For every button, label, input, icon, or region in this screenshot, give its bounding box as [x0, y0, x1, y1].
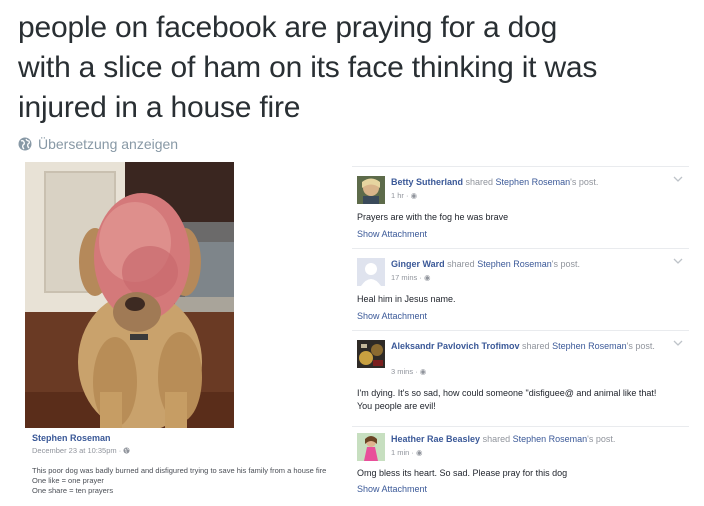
- avatar[interactable]: [357, 258, 385, 286]
- share-item-aleksandr: Aleksandr Pavlovich Trofimov shared Step…: [352, 330, 689, 426]
- share-headline: Ginger Ward shared Stephen Roseman's pos…: [391, 258, 661, 270]
- shared-target[interactable]: Stephen Roseman: [552, 341, 627, 351]
- shared-target[interactable]: Stephen Roseman: [477, 259, 552, 269]
- post-body-line-1: This poor dog was badly burned and disfi…: [32, 466, 327, 475]
- shared-suffix: 's post.: [626, 341, 655, 351]
- tweet-line-3: injured in a house fire: [18, 91, 301, 124]
- share-item-betty: Betty Sutherland shared Stephen Roseman'…: [352, 166, 689, 248]
- share-headline: Betty Sutherland shared Stephen Roseman'…: [391, 176, 661, 188]
- sharer-name[interactable]: Betty Sutherland: [391, 177, 463, 187]
- sharer-name[interactable]: Heather Rae Beasley: [391, 434, 480, 444]
- public-globe-icon: ◉: [419, 367, 427, 376]
- sharer-name[interactable]: Aleksandr Pavlovich Trofimov: [391, 341, 520, 351]
- share-time-text: 1 hr ·: [391, 191, 411, 200]
- shared-word: shared: [463, 177, 496, 187]
- public-globe-icon: ◉: [423, 273, 431, 282]
- shared-suffix: 's post.: [570, 177, 599, 187]
- chevron-down-icon[interactable]: [673, 339, 683, 347]
- share-time: 3 mins · ◉: [391, 367, 426, 377]
- share-headline: Aleksandr Pavlovich Trofimov shared Step…: [391, 340, 661, 352]
- translate-label: Übersetzung anzeigen: [38, 136, 179, 152]
- tweet-text: people on facebook are praying for a dog…: [18, 8, 698, 128]
- shared-word: shared: [444, 259, 478, 269]
- shared-suffix: 's post.: [551, 259, 580, 269]
- tweet-line-2: with a slice of ham on its face thinking…: [18, 51, 598, 84]
- post-body: This poor dog was badly burned and disfi…: [32, 466, 352, 496]
- share-item-ginger: Ginger Ward shared Stephen Roseman's pos…: [352, 248, 689, 330]
- show-attachment-link[interactable]: Show Attachment: [357, 483, 427, 495]
- show-attachment-link[interactable]: Show Attachment: [357, 228, 427, 240]
- shared-target[interactable]: Stephen Roseman: [513, 434, 588, 444]
- share-time-text: 3 mins ·: [391, 367, 420, 376]
- public-globe-icon: ◉: [410, 191, 418, 200]
- chevron-down-icon[interactable]: [673, 175, 683, 183]
- public-globe-icon: [123, 447, 130, 454]
- globe-icon: [18, 137, 32, 151]
- share-text-line-1: I'm dying. It's so sad, how could someon…: [357, 388, 657, 398]
- post-date: December 23 at 10:35pm ·: [32, 445, 352, 456]
- share-time: 1 min · ◉: [391, 448, 423, 458]
- share-time-text: 1 min ·: [391, 448, 417, 457]
- translate-link[interactable]: Übersetzung anzeigen: [18, 135, 178, 153]
- chevron-down-icon[interactable]: [673, 257, 683, 265]
- post-body-line-3: One share = ten prayers: [32, 486, 114, 495]
- shared-target[interactable]: Stephen Roseman: [496, 177, 571, 187]
- share-text: I'm dying. It's so sad, how could someon…: [357, 387, 687, 413]
- post-author[interactable]: Stephen Roseman: [32, 432, 352, 444]
- facebook-post: Stephen Roseman December 23 at 10:35pm ·…: [18, 162, 352, 502]
- sharer-name[interactable]: Ginger Ward: [391, 259, 445, 269]
- post-body-line-2: One like = one prayer: [32, 476, 104, 485]
- share-item-heather: Heather Rae Beasley shared Stephen Rosem…: [352, 426, 689, 504]
- share-text-line-2: You people are evil!: [357, 401, 436, 411]
- public-globe-icon: ◉: [416, 448, 423, 457]
- share-text: Omg bless its heart. So sad. Please pray…: [357, 468, 568, 478]
- share-text: Heal him in Jesus name.: [357, 294, 456, 304]
- tweet-line-1: people on facebook are praying for a dog: [18, 11, 558, 44]
- avatar[interactable]: [357, 433, 385, 461]
- avatar[interactable]: [357, 340, 385, 368]
- share-time: 1 hr · ◉: [391, 191, 417, 201]
- avatar[interactable]: [357, 176, 385, 204]
- post-date-text: December 23 at 10:35pm ·: [32, 446, 124, 455]
- shared-word: shared: [519, 341, 553, 351]
- post-meta: Stephen Roseman December 23 at 10:35pm ·…: [32, 432, 352, 496]
- share-text: Prayers are with the fog he was brave: [357, 212, 509, 222]
- shared-suffix: 's post.: [587, 434, 616, 444]
- share-time: 17 mins · ◉: [391, 273, 430, 283]
- share-headline: Heather Rae Beasley shared Stephen Rosem…: [391, 433, 661, 445]
- dog-photo[interactable]: [25, 162, 234, 428]
- share-time-text: 17 mins ·: [391, 273, 424, 282]
- shared-word: shared: [480, 434, 513, 444]
- show-attachment-link[interactable]: Show Attachment: [357, 310, 427, 322]
